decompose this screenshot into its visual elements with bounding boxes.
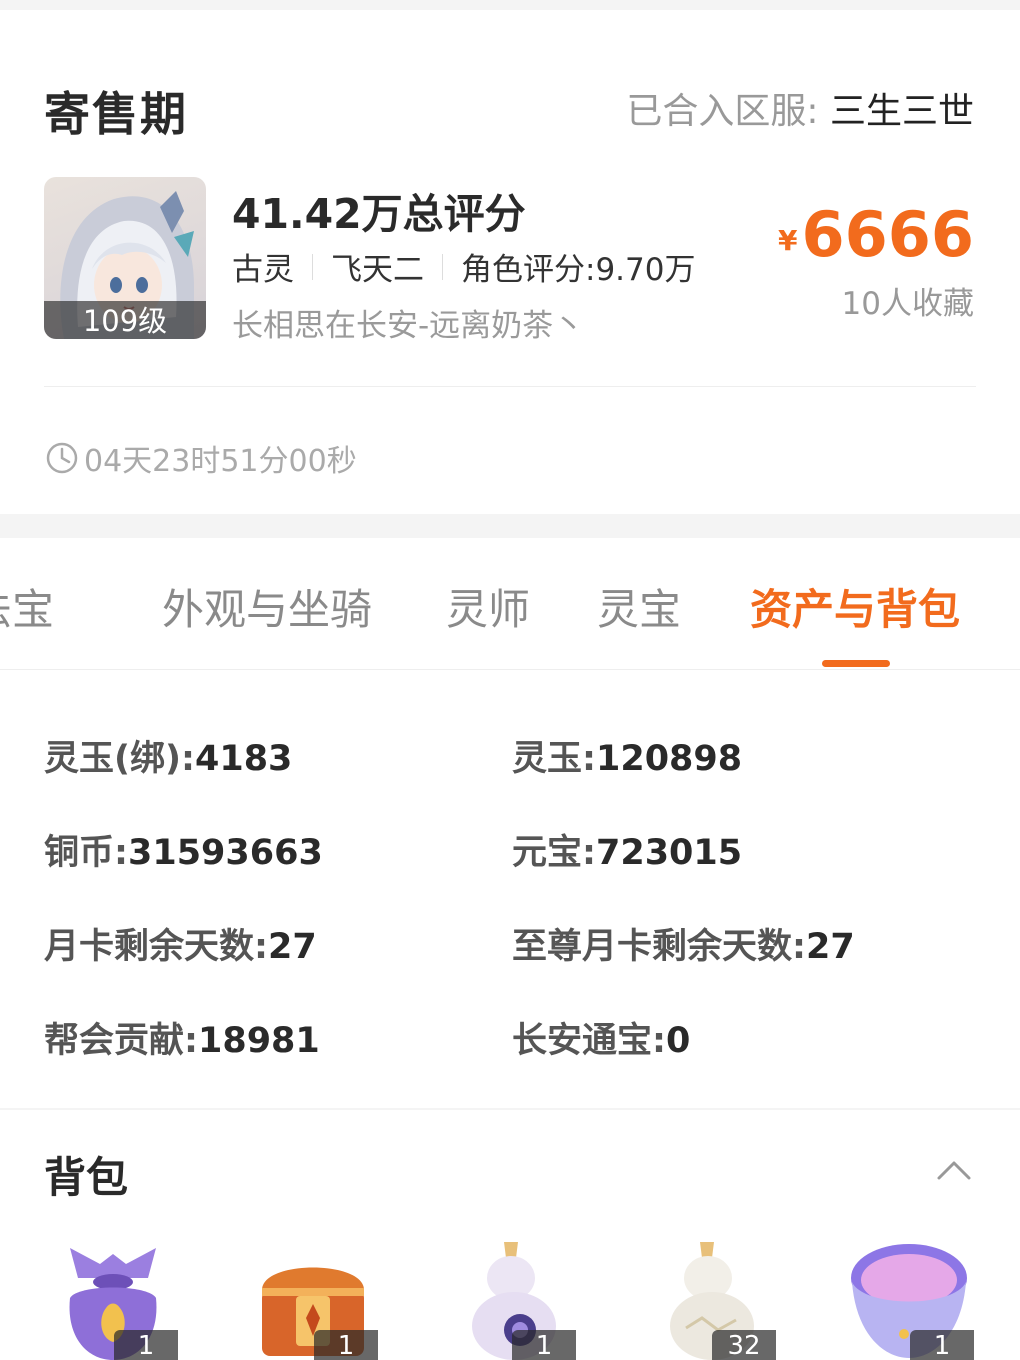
bag-item[interactable]: 32: [646, 1238, 776, 1360]
assets-panel: 灵玉(绑):4183 灵玉:120898 铜币:31593663 元宝:7230…: [0, 670, 1020, 1108]
asset-value: 4183: [195, 739, 293, 779]
asset-label: 灵玉(绑):: [44, 739, 195, 779]
attribute-separator: [442, 253, 443, 280]
asset-ingot: 元宝:723015: [512, 824, 742, 875]
asset-value: 27: [806, 927, 855, 967]
asset-label: 帮会贡献:: [44, 1021, 198, 1061]
countdown: 04天23时51分00秒: [44, 436, 357, 480]
level-badge: 109级: [44, 301, 206, 339]
asset-label: 长安通宝:: [512, 1021, 666, 1061]
tab-lingbao[interactable]: 灵宝: [597, 576, 681, 637]
asset-label: 至尊月卡剩余天数:: [512, 927, 806, 967]
tab-assets-bag[interactable]: 资产与背包: [750, 576, 960, 637]
price: ¥6666: [778, 198, 974, 271]
bag-item[interactable]: 1: [248, 1238, 378, 1360]
asset-copper: 铜币:31593663: [44, 824, 323, 875]
asset-value: 723015: [596, 833, 743, 873]
top-spacer: [0, 0, 1020, 10]
asset-monthly-card-days: 月卡剩余天数:27: [44, 918, 317, 969]
attribute-separator: [312, 253, 313, 280]
clock-icon: [46, 442, 78, 474]
tab-fabao[interactable]: 法宝: [0, 576, 54, 637]
divider: [44, 386, 976, 387]
tab-lingshi[interactable]: 灵师: [446, 576, 530, 637]
countdown-text: 04天23时51分00秒: [84, 444, 357, 479]
asset-value: 0: [666, 1021, 691, 1061]
asset-value: 31593663: [128, 833, 323, 873]
bag-item[interactable]: 1: [446, 1238, 576, 1360]
role-score: 角色评分:9.70万: [461, 252, 696, 288]
asset-label: 月卡剩余天数:: [44, 927, 268, 967]
chevron-up-icon[interactable]: [936, 1158, 972, 1182]
asset-changan-coin: 长安通宝:0: [512, 1012, 690, 1063]
asset-premium-card-days: 至尊月卡剩余天数:27: [512, 918, 855, 969]
item-count: 1: [512, 1330, 576, 1360]
server-label: 已合入区服:: [626, 91, 819, 132]
asset-guild-contribution: 帮会贡献:18981: [44, 1012, 320, 1063]
server-info: 已合入区服: 三生三世: [626, 82, 974, 134]
currency-symbol: ¥: [777, 224, 798, 257]
item-count: 32: [712, 1330, 776, 1360]
asset-value: 18981: [198, 1021, 320, 1061]
item-count: 1: [910, 1330, 974, 1360]
bag-panel: 背包 1 1 1 32 1: [0, 1110, 1020, 1360]
favorites-count: 10人收藏: [841, 286, 974, 322]
role-name: 长相思在长安-远离奶茶丶: [232, 308, 585, 344]
asset-jade: 灵玉:120898: [512, 730, 742, 781]
tab-bar: 法宝 外观与坐骑 灵师 灵宝 资产与背包: [0, 538, 1020, 670]
role-tier: 飞天二: [331, 252, 424, 288]
item-count: 1: [314, 1330, 378, 1360]
asset-label: 元宝:: [512, 833, 596, 873]
bag-item[interactable]: 1: [844, 1238, 974, 1360]
asset-bound-jade: 灵玉(绑):4183: [44, 730, 292, 781]
tab-appearance-mounts[interactable]: 外观与坐骑: [162, 576, 372, 637]
status-title: 寄售期: [44, 87, 188, 141]
bag-item[interactable]: 1: [48, 1238, 178, 1360]
asset-value: 27: [268, 927, 317, 967]
price-value: 6666: [801, 198, 974, 271]
asset-value: 120898: [596, 739, 743, 779]
asset-label: 铜币:: [44, 833, 128, 873]
role-attributes: 古灵 飞天二 角色评分:9.70万: [232, 244, 695, 289]
item-count: 1: [114, 1330, 178, 1360]
active-tab-indicator: [822, 660, 890, 667]
bag-title: 背包: [44, 1153, 129, 1202]
total-score: 41.42万总评分: [232, 190, 526, 238]
role-school: 古灵: [232, 252, 294, 288]
asset-label: 灵玉:: [512, 739, 596, 779]
character-avatar[interactable]: 109级: [44, 177, 206, 339]
server-name: 三生三世: [829, 91, 974, 132]
